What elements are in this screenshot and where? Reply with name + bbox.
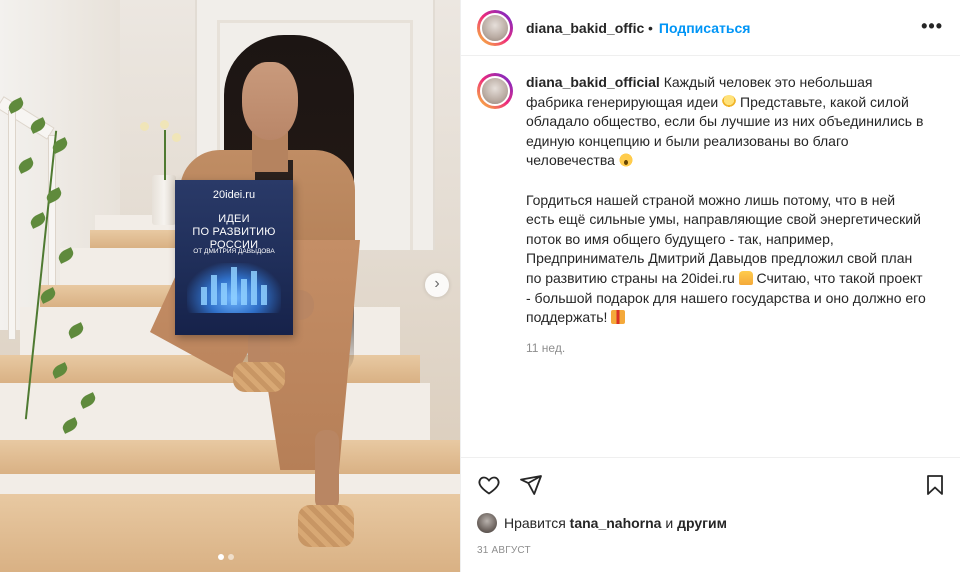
- more-options-button[interactable]: •••: [921, 16, 943, 37]
- likes-prefix: Нравится: [504, 515, 566, 531]
- photo-person-ankle: [315, 430, 339, 510]
- bookmark-icon: [927, 475, 943, 495]
- more-icon: •••: [921, 16, 943, 36]
- photo-book: 20idei.ru ИДЕИ ПО РАЗВИТИЮ РОССИИ ОТ ДМИ…: [175, 180, 293, 335]
- share-icon: [520, 475, 542, 495]
- photo-person-shoe: [298, 505, 354, 547]
- like-button[interactable]: [469, 465, 509, 505]
- photo-stem: [164, 130, 166, 180]
- photo-stair-tread: [0, 494, 460, 572]
- caption-author-avatar[interactable]: [477, 73, 513, 109]
- next-photo-button[interactable]: ›: [425, 273, 449, 297]
- gift-icon: [611, 310, 626, 325]
- author-username[interactable]: diana_bakid_official: [526, 20, 644, 36]
- photo-flower: [172, 133, 181, 142]
- author-avatar[interactable]: [477, 9, 513, 46]
- heart-icon: [478, 476, 500, 495]
- post-caption: diana_bakid_official Каждый человек это …: [477, 73, 945, 328]
- liker-username[interactable]: tana_nahorna: [570, 515, 662, 531]
- share-button[interactable]: [511, 465, 551, 505]
- photo-stair-riser: [0, 474, 460, 494]
- photo-flower: [160, 120, 169, 129]
- caption-username[interactable]: diana_bakid_official: [526, 74, 660, 90]
- book-city-illustration: [187, 263, 281, 313]
- photo-railing-post: [8, 110, 16, 340]
- liker-avatar[interactable]: [477, 513, 497, 533]
- book-author: ОТ ДМИТРИЯ ДАВЫДОВА: [193, 248, 275, 255]
- carousel-dot-active: [218, 554, 224, 560]
- carousel-indicator: [218, 554, 234, 560]
- caption-time-ago[interactable]: 11 нед.: [526, 341, 945, 355]
- post-photo[interactable]: 20idei.ru ИДЕИ ПО РАЗВИТИЮ РОССИИ ОТ ДМИ…: [0, 0, 460, 572]
- post-actions: [461, 457, 960, 511]
- post-side-panel: diana_bakid_official • Подписаться ••• d…: [460, 0, 960, 572]
- carousel-dot: [228, 554, 234, 560]
- chevron-right-icon: ›: [434, 275, 440, 292]
- astonished-face-icon: [618, 153, 633, 168]
- follow-button[interactable]: Подписаться: [659, 20, 751, 36]
- photo-person-shoe: [233, 362, 285, 392]
- post-date[interactable]: 31 АВГУСТ: [477, 545, 531, 556]
- book-site: 20idei.ru: [212, 189, 256, 201]
- likes-conj: и: [665, 515, 674, 531]
- caption-text: diana_bakid_official Каждый человек это …: [526, 73, 926, 328]
- save-button[interactable]: [915, 465, 955, 505]
- comments-area: diana_bakid_official Каждый человек это …: [461, 57, 960, 457]
- likes-summary: Нравится tana_nahorna и другим: [477, 513, 727, 533]
- book-title: ИДЕИ ПО РАЗВИТИЮ РОССИИ: [181, 213, 287, 252]
- header-separator: •: [648, 19, 653, 36]
- photo-flower: [140, 122, 149, 131]
- light-bulb-icon: [722, 94, 737, 109]
- post-view: 20idei.ru ИДЕИ ПО РАЗВИТИЮ РОССИИ ОТ ДМИ…: [0, 0, 960, 572]
- post-header: diana_bakid_official • Подписаться •••: [461, 0, 960, 56]
- likes-others-link[interactable]: другим: [677, 515, 727, 531]
- book-title-line1: ИДЕИ: [218, 213, 250, 225]
- photo-person-face: [242, 62, 298, 140]
- photo-stair-tread: [0, 440, 460, 474]
- photo-vase: [152, 175, 176, 225]
- raising-hands-icon: [738, 270, 753, 285]
